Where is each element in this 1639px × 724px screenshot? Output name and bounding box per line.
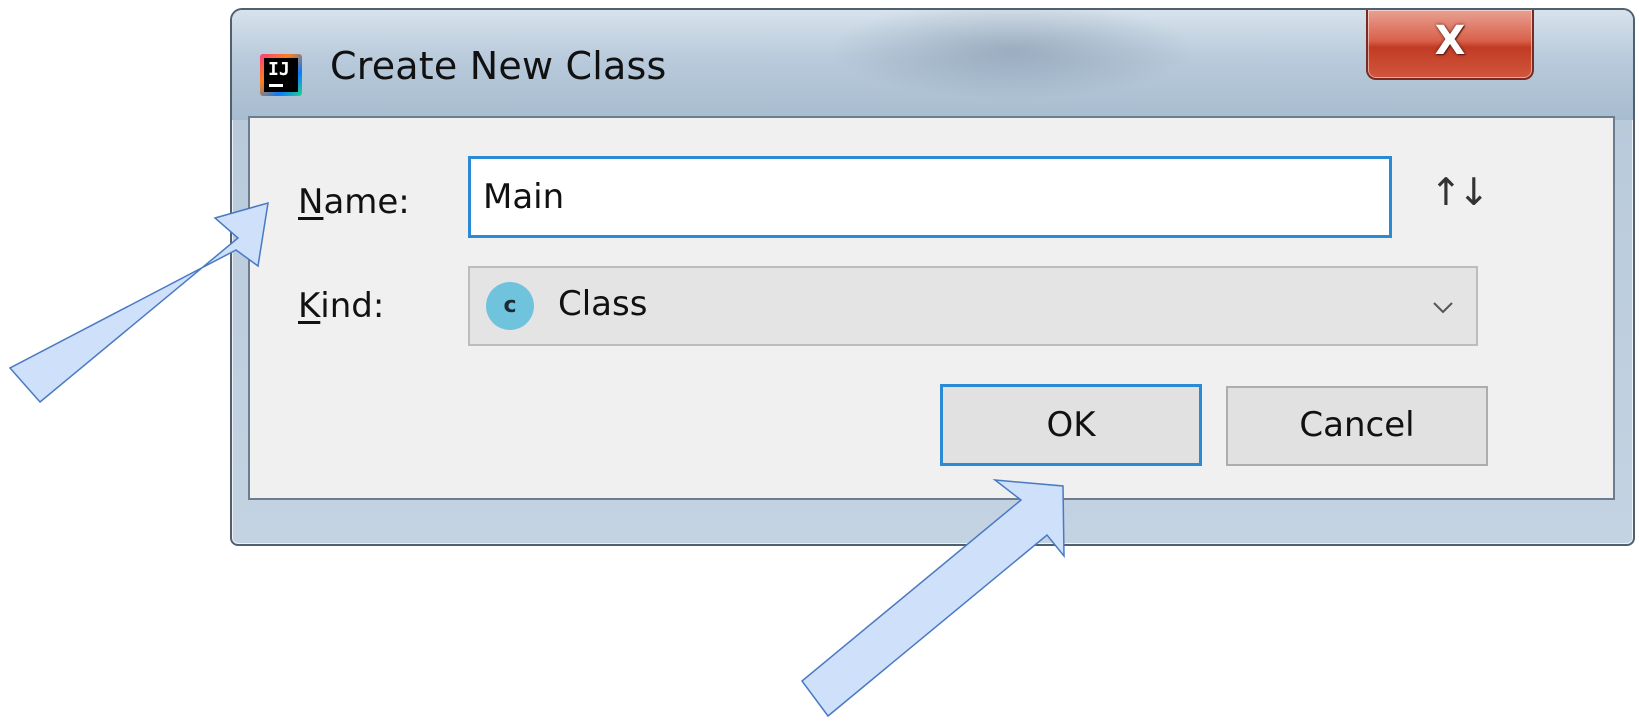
dialog-title: Create New Class xyxy=(330,44,667,88)
kind-label: Kind: xyxy=(298,286,384,326)
kind-label-rest: ind: xyxy=(320,286,385,326)
name-label-rest: ame: xyxy=(323,182,410,222)
kind-dropdown[interactable]: c Class xyxy=(468,266,1478,346)
ok-button[interactable]: OK xyxy=(940,384,1202,466)
kind-selected-value: Class xyxy=(558,284,648,324)
name-input[interactable] xyxy=(468,156,1392,238)
sort-arrows-icon[interactable]: ↑↓ xyxy=(1430,170,1490,214)
dialog-body: Name: ↑↓ Kind: c Class OK Cancel xyxy=(248,116,1615,500)
name-label: Name: xyxy=(298,182,410,222)
kind-mnemonic: K xyxy=(298,286,321,326)
title-bar[interactable]: IJ Create New Class X xyxy=(232,10,1633,120)
create-new-class-dialog: IJ Create New Class X Name: ↑↓ Kind: c C… xyxy=(230,8,1635,546)
close-button[interactable]: X xyxy=(1366,10,1534,80)
cancel-button[interactable]: Cancel xyxy=(1226,386,1488,466)
chevron-down-icon xyxy=(1433,302,1453,314)
class-icon: c xyxy=(486,282,534,330)
name-mnemonic: N xyxy=(298,182,324,222)
app-icon-letters: IJ xyxy=(264,58,298,92)
intellij-idea-icon: IJ xyxy=(260,54,302,96)
close-icon: X xyxy=(1434,18,1466,64)
